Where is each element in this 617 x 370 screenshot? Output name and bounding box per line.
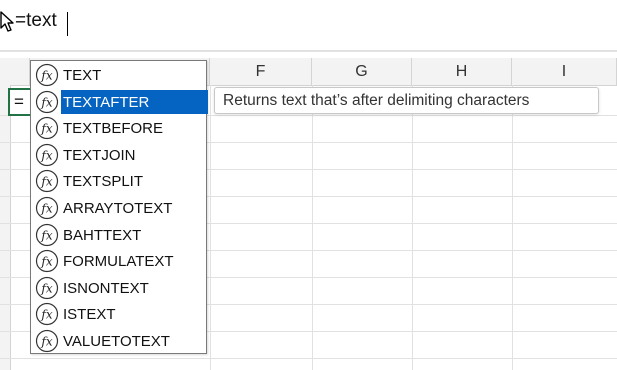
fx-icon: fx [35,143,59,166]
autocomplete-item-label: VALUETOTEXT [63,333,170,350]
row-header-strip [0,85,11,370]
gridline-vertical [512,85,513,370]
autocomplete-item-arraytotext[interactable]: fx ARRAYTOTEXT [32,195,207,222]
fx-icon: fx [35,196,59,220]
fx-icon: fx [35,90,59,113]
autocomplete-item-formulatext[interactable]: fx FORMULATEXT [32,248,207,275]
autocomplete-item-label: TEXT [63,67,102,84]
active-cell-value: = [14,92,24,111]
svg-text:fx: fx [40,281,52,295]
fx-icon: fx [35,117,59,140]
autocomplete-item-textafter[interactable]: fx TEXTAFTER [32,89,208,116]
fx-icon: fx [35,250,59,273]
svg-text:fx: fx [40,228,52,242]
autocomplete-item-textjoin[interactable]: fx TEXTJOIN [32,142,207,169]
autocomplete-item-label: ISNONTEXT [63,279,149,297]
column-header-g[interactable]: G [312,58,412,85]
fx-icon: fx [35,170,59,193]
fx-icon: fx [35,276,59,299]
function-tooltip: Returns text that’s after delimiting cha… [214,87,599,114]
svg-text:fx: fx [40,95,52,109]
autocomplete-item-bahttext[interactable]: fx BAHTTEXT [32,222,207,249]
column-header-partial[interactable] [0,58,30,85]
fx-icon: fx [35,63,59,87]
gridline-vertical [412,85,413,370]
svg-text:fx: fx [40,122,52,136]
column-header-i[interactable]: I [512,58,617,85]
column-header-f[interactable]: F [210,58,312,85]
formula-bar-divider [0,50,617,52]
autocomplete-item-label: TEXTSPLIT [63,173,144,191]
gridline-vertical [210,85,211,370]
svg-text:fx: fx [40,202,52,216]
autocomplete-item-label: BAHTTEXT [63,226,142,244]
svg-text:fx: fx [40,255,52,269]
autocomplete-item-label: ARRAYTOTEXT [63,200,173,217]
fx-icon: fx [35,223,59,246]
formula-bar[interactable]: =text [0,0,617,50]
svg-text:fx: fx [40,335,52,349]
gridline-vertical [312,85,313,370]
autocomplete-item-istext[interactable]: fx ISTEXT [32,301,207,328]
fx-icon: fx [35,329,59,353]
mouse-pointer-icon [0,11,14,32]
autocomplete-item-isnontext[interactable]: fx ISNONTEXT [32,275,207,302]
autocomplete-item-label: ISTEXT [63,306,116,324]
autocomplete-item-label: FORMULATEXT [63,253,174,271]
autocomplete-item-label: TEXTBEFORE [63,120,164,138]
autocomplete-item-valuetotext[interactable]: fx VALUETOTEXT [32,328,207,355]
column-header-h[interactable]: H [412,58,512,85]
autocomplete-item-label: TEXTAFTER [63,93,150,111]
gridline-horizontal [0,358,617,359]
svg-text:fx: fx [40,175,52,189]
svg-text:fx: fx [40,148,52,162]
svg-text:fx: fx [40,308,52,322]
autocomplete-item-textbefore[interactable]: fx TEXTBEFORE [32,115,207,142]
text-caret [67,12,68,36]
formula-input[interactable]: =text [15,10,57,32]
autocomplete-item-text[interactable]: fx TEXT [32,62,207,89]
autocomplete-item-label: TEXTJOIN [63,146,136,164]
svg-text:fx: fx [40,69,52,83]
fx-icon: fx [35,303,59,326]
function-autocomplete-list[interactable]: fx TEXT fx TEXTAFTER fx TEXTBEFORE fx TEXTJOIN f… [30,60,208,355]
autocomplete-item-textsplit[interactable]: fx TEXTSPLIT [32,168,207,195]
